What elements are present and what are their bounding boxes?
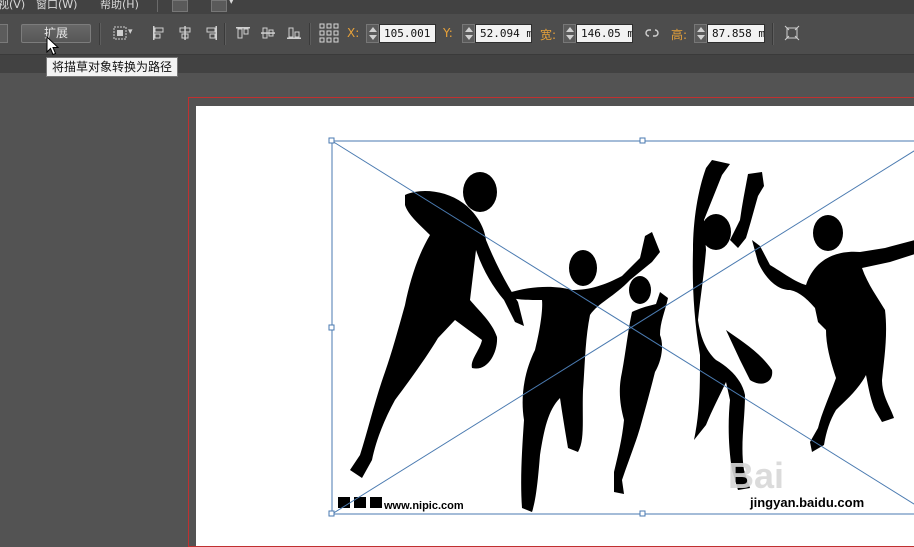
align-right-icon[interactable]: [203, 25, 219, 41]
menu-help[interactable]: 帮助(H): [100, 0, 139, 12]
toolbar-separator: [224, 23, 226, 45]
menu-separator: [157, 0, 158, 12]
silhouette-dancer-1: [350, 172, 524, 478]
align-left-icon[interactable]: [151, 25, 167, 41]
height-label: 高:: [671, 28, 688, 42]
artwork[interactable]: www.nipic.com jingyan.baidu.com Bai: [196, 106, 914, 546]
dancer-silhouettes: [350, 160, 914, 512]
toolbar-separator: [99, 23, 101, 45]
x-input[interactable]: 105.001 r: [379, 24, 436, 43]
menu-bar: 视(V) 窗口(W) 帮助(H) ▾: [0, 0, 914, 14]
transform-icon[interactable]: [784, 25, 800, 41]
height-input[interactable]: 87.858 mi: [707, 24, 765, 43]
mouse-pointer-icon: [46, 36, 60, 56]
silhouette-dancer-5: [752, 215, 914, 452]
y-label: Y:: [443, 26, 453, 40]
align-horizontal-center-icon[interactable]: [177, 25, 193, 41]
artboard[interactable]: www.nipic.com jingyan.baidu.com Bai: [196, 106, 914, 546]
chevron-down-icon[interactable]: ▾: [229, 0, 234, 7]
footer-left-text: www.nipic.com: [383, 500, 464, 512]
menu-window[interactable]: 窗口(W): [36, 0, 77, 12]
x-stepper[interactable]: [366, 24, 379, 43]
width-stepper[interactable]: [563, 24, 576, 43]
width-label: 宽:: [540, 28, 557, 42]
expand-tooltip: 将描草对象转换为路径: [46, 57, 179, 77]
control-panel: 扩展 ▾ X: 105.001 r Y: 52.094 mi 宽: 146.05…: [0, 14, 914, 55]
height-stepper[interactable]: [694, 24, 707, 43]
align-to-selection-icon[interactable]: [112, 25, 128, 41]
y-stepper[interactable]: [462, 24, 475, 43]
silhouette-dancer-4: [692, 160, 773, 490]
align-vertical-center-icon[interactable]: [260, 25, 276, 41]
menu-view[interactable]: 视(V): [0, 0, 25, 12]
reference-point-icon[interactable]: [319, 23, 339, 43]
dropdown-stub[interactable]: [0, 24, 8, 43]
baidu-watermark: Bai: [728, 455, 784, 496]
toolbar-separator: [772, 23, 774, 45]
silhouette-dancer-3: [614, 276, 668, 494]
footer-right-text: jingyan.baidu.com: [749, 495, 864, 510]
align-top-icon[interactable]: [235, 25, 251, 41]
link-icon[interactable]: [644, 25, 660, 41]
toolbar-separator: [309, 23, 311, 45]
x-label: X:: [347, 26, 360, 40]
width-input[interactable]: 146.05 mi: [576, 24, 633, 43]
chevron-down-icon[interactable]: ▾: [128, 27, 133, 37]
y-input[interactable]: 52.094 mi: [475, 24, 532, 43]
align-bottom-icon[interactable]: [286, 25, 302, 41]
bridge-icon[interactable]: [172, 0, 188, 12]
arrange-documents-icon[interactable]: [211, 0, 227, 12]
